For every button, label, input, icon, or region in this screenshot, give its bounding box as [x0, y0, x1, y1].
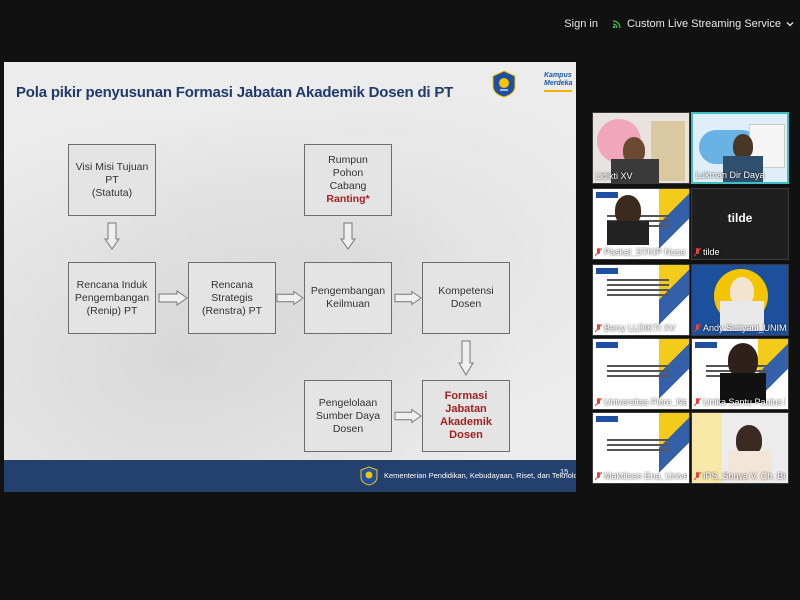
- chevron-down-icon: [786, 22, 794, 27]
- participant-name: tilde: [703, 247, 720, 257]
- participant-tile[interactable]: Maktilsen Ena_Universi...: [592, 412, 690, 484]
- mic-muted-icon: [694, 397, 701, 406]
- footer-ministry-text: Kementerian Pendidikan, Kebudayaan, Rise…: [384, 471, 576, 480]
- participant-tile[interactable]: Andy Suriyani_UNIMOF: [691, 264, 789, 336]
- sign-in-link[interactable]: Sign in: [564, 18, 598, 30]
- live-stream-label: Custom Live Streaming Service: [626, 18, 781, 30]
- arrow-right-icon: [394, 290, 422, 306]
- box-kompetensi-dosen: Kompetensi Dosen: [422, 262, 510, 334]
- arrow-right-icon: [276, 290, 304, 306]
- participant-tile-camera-off[interactable]: tilde tilde: [691, 188, 789, 260]
- slide-page-number: 15: [560, 467, 569, 476]
- arrow-down-icon: [340, 222, 356, 250]
- mic-muted-icon: [694, 471, 701, 480]
- participant-name: Andy Suriyani_UNIMOF: [703, 323, 786, 333]
- meeting-window: Sign in Custom Live Streaming Service Po…: [0, 0, 800, 600]
- mic-muted-icon: [595, 247, 602, 256]
- top-bar: Sign in Custom Live Streaming Service: [564, 12, 794, 36]
- box-rumpun: Rumpun Pohon Cabang Ranting*: [304, 144, 392, 216]
- box-visi-misi: Visi Misi Tujuan PT (Statuta): [68, 144, 156, 216]
- participant-display-name: tilde: [727, 211, 753, 225]
- rumpun-text: Rumpun Pohon Cabang: [328, 154, 368, 192]
- mic-muted-icon: [595, 471, 602, 480]
- arrow-right-icon: [158, 290, 188, 306]
- box-pengelolaan-sdm: Pengelolaan Sumber Daya Dosen: [304, 380, 392, 452]
- participant-tile[interactable]: Lldikti XV: [592, 112, 690, 184]
- participant-tile[interactable]: Paskal_STKIP Nusa Tim: [592, 188, 690, 260]
- participant-tile[interactable]: Berry LLDIKTI XV: [592, 264, 690, 336]
- box-renip: Rencana Induk Pengembangan (Renip) PT: [68, 262, 156, 334]
- participant-name: Unika Santu Paulus Ru...: [703, 397, 786, 407]
- participant-name: Lldikti XV: [595, 171, 633, 181]
- participant-tile[interactable]: IPS_Sonya V. Ch. Benu: [691, 412, 789, 484]
- participant-name: Berry LLDIKTI XV: [604, 323, 676, 333]
- participant-name: Universitas Flore_Nat...: [604, 397, 687, 407]
- kampus-merdeka-logo: Kampus Merdeka: [544, 72, 572, 92]
- arrow-down-icon: [458, 340, 474, 376]
- participant-tile[interactable]: Unika Santu Paulus Ru...: [691, 338, 789, 410]
- participant-name: Paskal_STKIP Nusa Tim: [604, 247, 687, 257]
- ranting-text: Ranting*: [326, 193, 370, 205]
- arrow-down-icon: [104, 222, 120, 250]
- slide-footer: Kementerian Pendidikan, Kebudayaan, Rise…: [4, 460, 576, 492]
- mic-muted-icon: [694, 247, 701, 256]
- participant-tile-active-speaker[interactable]: Lukman Dir Daya: [691, 112, 789, 184]
- box-formasi-jabatan: Formasi Jabatan Akademik Dosen: [422, 380, 510, 452]
- mic-muted-icon: [595, 397, 602, 406]
- box-renstra: Rencana Strategis (Renstra) PT: [188, 262, 276, 334]
- tut-wuri-handayani-logo: [492, 70, 516, 98]
- mic-muted-icon: [694, 323, 701, 332]
- slide-title: Pola pikir penyusunan Formasi Jabatan Ak…: [16, 84, 454, 101]
- participant-name: Maktilsen Ena_Universi...: [604, 471, 687, 481]
- kemendikbud-logo: [360, 466, 378, 486]
- participant-name: Lukman Dir Daya: [695, 170, 765, 180]
- participant-name: IPS_Sonya V. Ch. Benu: [703, 471, 786, 481]
- live-stream-button[interactable]: Custom Live Streaming Service: [612, 18, 794, 30]
- broadcast-icon: [612, 20, 621, 29]
- mic-muted-icon: [595, 323, 602, 332]
- participant-tile[interactable]: Universitas Flore_Nat...: [592, 338, 690, 410]
- kampus-merdeka-text: Kampus Merdeka: [544, 72, 573, 87]
- box-pengembangan-keilmuan: Pengembangan Keilmuan: [304, 262, 392, 334]
- shared-screen: Pola pikir penyusunan Formasi Jabatan Ak…: [4, 62, 576, 492]
- arrow-right-icon: [394, 408, 422, 424]
